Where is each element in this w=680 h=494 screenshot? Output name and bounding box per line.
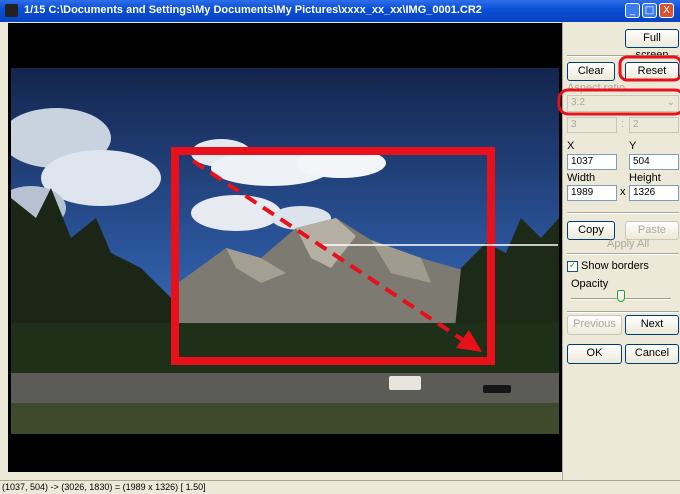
x-label: X xyxy=(567,140,575,152)
height-field[interactable]: 1326 xyxy=(629,185,679,201)
minimize-button[interactable]: _ xyxy=(625,3,640,18)
maximize-button[interactable]: □ xyxy=(642,3,657,18)
window-title: 1/15 C:\Documents and Settings\My Docume… xyxy=(24,4,482,16)
landscape-photo xyxy=(11,68,559,434)
status-text: (1037, 504) -> (3026, 1830) = (1989 x 13… xyxy=(2,482,206,492)
separator xyxy=(567,212,679,214)
image-canvas[interactable] xyxy=(8,23,562,472)
separator xyxy=(567,311,679,313)
x-field[interactable]: 1037 xyxy=(567,154,617,170)
ok-button[interactable]: OK xyxy=(567,344,622,364)
aspect-ratio-label: Aspect ratio xyxy=(567,82,626,94)
status-bar: (1037, 504) -> (3026, 1830) = (1989 x 13… xyxy=(0,480,680,494)
crop-settings-panel: Full screen Clear Reset Aspect ratio 3:2… xyxy=(562,22,680,480)
reset-button[interactable]: Reset xyxy=(625,62,679,81)
show-borders-checkbox[interactable]: ✓ xyxy=(567,261,578,272)
opacity-label: Opacity xyxy=(571,278,609,290)
separator xyxy=(567,253,679,255)
camera-app-icon xyxy=(5,4,18,17)
show-borders-label: Show borders xyxy=(581,260,649,272)
aspect-ratio-select[interactable]: 3:2 ⌄ xyxy=(567,95,679,112)
close-button[interactable]: X xyxy=(659,3,674,18)
width-field[interactable]: 1989 xyxy=(567,185,617,201)
chevron-down-icon: ⌄ xyxy=(666,97,675,108)
window-titlebar[interactable]: 1/15 C:\Documents and Settings\My Docume… xyxy=(0,0,680,22)
aspect-separator: : xyxy=(621,118,625,130)
clear-button[interactable]: Clear xyxy=(567,62,615,81)
full-screen-button[interactable]: Full screen xyxy=(625,29,679,61)
aspect-width-field[interactable]: 3 xyxy=(567,117,617,133)
opacity-slider-thumb[interactable] xyxy=(617,290,625,302)
aspect-ratio-value: 3:2 xyxy=(571,97,585,108)
height-label: Height xyxy=(629,172,661,184)
separator xyxy=(567,55,679,57)
next-button[interactable]: Next xyxy=(625,315,679,335)
previous-button[interactable]: Previous xyxy=(567,315,622,335)
apply-all-button[interactable]: Apply All xyxy=(607,238,649,250)
times-sign: x xyxy=(620,186,626,198)
width-label: Width xyxy=(567,172,596,184)
cancel-button[interactable]: Cancel xyxy=(625,344,679,364)
aspect-height-field[interactable]: 2 xyxy=(629,117,679,133)
y-field[interactable]: 504 xyxy=(629,154,679,170)
y-label: Y xyxy=(629,140,637,152)
